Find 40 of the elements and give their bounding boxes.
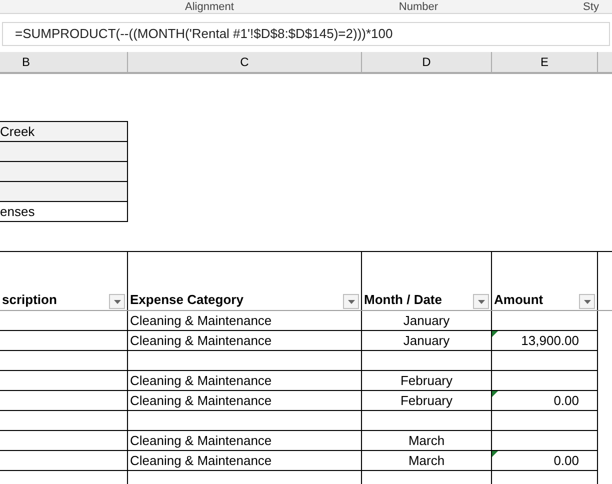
ribbon-group-label: Sty [583, 2, 599, 13]
column-heading: Expense Category [130, 290, 244, 309]
column-header[interactable]: C [128, 52, 362, 72]
filter-dropdown-button[interactable] [109, 294, 125, 309]
ribbon-group-label: Alignment [185, 2, 234, 13]
column-header[interactable]: B [0, 52, 128, 72]
caret-icon [114, 300, 120, 304]
error-indicator-icon [492, 331, 498, 337]
column-heading: Month / Date [364, 290, 442, 308]
table-cell: Cleaning & Maintenance [128, 331, 362, 351]
table-cell: February [362, 391, 492, 411]
table-cell: 13,900.00 [492, 331, 598, 351]
info-cell: Creek [0, 122, 128, 142]
formula-bar[interactable]: =SUMPRODUCT(--((MONTH('Rental #1'!$D$8:$D$145)=2)))*100 [2, 22, 610, 46]
table-cell: Cleaning & Maintenance [128, 391, 362, 411]
table-cell: Cleaning & Maintenance [128, 371, 362, 391]
info-cell: enses [0, 202, 128, 222]
column-heading: Amount [494, 290, 544, 308]
error-indicator-icon [492, 391, 498, 397]
column-header[interactable]: E [492, 52, 598, 72]
error-indicator-icon [492, 451, 498, 457]
caret-icon [348, 300, 354, 304]
filter-dropdown-button[interactable] [579, 294, 595, 309]
table-cell: March [362, 451, 492, 471]
table-cell: January [362, 331, 492, 351]
filter-dropdown-button[interactable] [343, 294, 359, 309]
ribbon-group-label: Number [398, 2, 438, 13]
column-header[interactable]: D [362, 52, 492, 72]
table-cell: February [362, 371, 492, 391]
table-cell: March [362, 431, 492, 451]
table-cell: Cleaning & Maintenance [128, 311, 362, 331]
caret-icon [584, 300, 590, 304]
column-heading: scription [2, 290, 57, 309]
caret-icon [478, 300, 484, 304]
table-cell: Cleaning & Maintenance [128, 431, 362, 451]
table-cell: 0.00 [492, 391, 598, 411]
table-cell: 0.00 [492, 451, 598, 471]
table-cell: Cleaning & Maintenance [128, 451, 362, 471]
table-cell: January [362, 311, 492, 331]
filter-dropdown-button[interactable] [473, 294, 489, 309]
